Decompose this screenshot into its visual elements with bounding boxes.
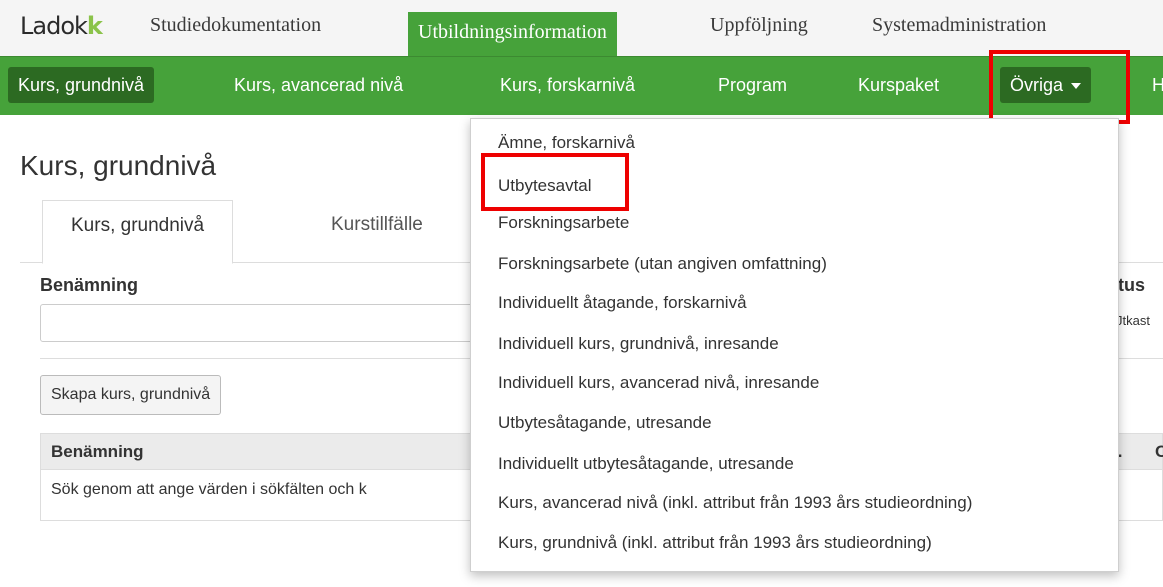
- status-label: tus: [1118, 275, 1145, 295]
- subnav-more[interactable]: H: [1142, 67, 1163, 103]
- benamning-input[interactable]: [40, 304, 480, 342]
- tab-kurs-grundniva[interactable]: Kurs, grundnivå: [42, 200, 234, 264]
- menu-item-individuell-kurs-grundniva[interactable]: Individuell kurs, grundnivå, inresande: [498, 334, 779, 354]
- menu-item-kurs-avancerad-1993[interactable]: Kurs, avancerad nivå (inkl. attribut frå…: [498, 493, 972, 513]
- logo-text: Ladok: [20, 12, 88, 40]
- menu-item-individuell-kurs-avancerad[interactable]: Individuell kurs, avancerad nivå, inresa…: [498, 373, 819, 393]
- top-navigation: Ladokk Studiedokumentation Utbildningsin…: [0, 0, 1163, 56]
- menu-item-utbytesatagande-utresande[interactable]: Utbytesåtagande, utresande: [498, 413, 712, 433]
- create-course-button[interactable]: Skapa kurs, grundnivå: [40, 375, 222, 415]
- menu-item-forskningsarbete[interactable]: Forskningsarbete: [498, 213, 629, 233]
- column-header-benamning[interactable]: Benämning: [51, 442, 144, 462]
- benamning-label: Benämning: [40, 275, 139, 295]
- logo-accent: k: [86, 12, 103, 40]
- highlight-utbytesavtal: [481, 153, 629, 211]
- column-header-partial[interactable]: C: [1155, 442, 1163, 462]
- top-tab-studiedokumentation[interactable]: Studiedokumentation: [140, 8, 331, 42]
- top-tab-systemadministration[interactable]: Systemadministration: [862, 8, 1056, 42]
- subnav-kurspaket[interactable]: Kurspaket: [848, 67, 949, 103]
- top-tab-utbildningsinformation[interactable]: Utbildningsinformation: [408, 12, 617, 56]
- subnav-kurs-grundniva[interactable]: Kurs, grundnivå: [8, 67, 155, 103]
- menu-item-individuellt-atagande[interactable]: Individuellt åtagande, forskarnivå: [498, 293, 747, 313]
- menu-item-amne-forskarniva[interactable]: Ämne, forskarnivå: [498, 133, 635, 153]
- menu-item-kurs-grundniva-1993[interactable]: Kurs, grundnivå (inkl. attribut från 199…: [498, 533, 932, 553]
- menu-item-forskningsarbete-utan-omfattning[interactable]: Forskningsarbete (utan angiven omfattnin…: [498, 254, 827, 274]
- highlight-ovriga: [989, 50, 1130, 124]
- subnav-kurs-avancerad-niva[interactable]: Kurs, avancerad nivå: [224, 67, 413, 103]
- page-title: Kurs, grundnivå: [20, 150, 217, 181]
- tab-kurstillfalle[interactable]: Kurstillfälle: [303, 200, 451, 262]
- empty-table-message: Sök genom att ange värden i sökfälten oc…: [51, 481, 367, 498]
- subnav-program[interactable]: Program: [708, 67, 797, 103]
- menu-item-individuellt-utbytesatagande[interactable]: Individuellt utbytesåtagande, utresande: [498, 454, 794, 474]
- ladok-logo[interactable]: Ladokk: [20, 12, 103, 40]
- top-tab-uppfoljning[interactable]: Uppföljning: [700, 8, 818, 42]
- subnav-kurs-forskarniva[interactable]: Kurs, forskarnivå: [490, 67, 645, 103]
